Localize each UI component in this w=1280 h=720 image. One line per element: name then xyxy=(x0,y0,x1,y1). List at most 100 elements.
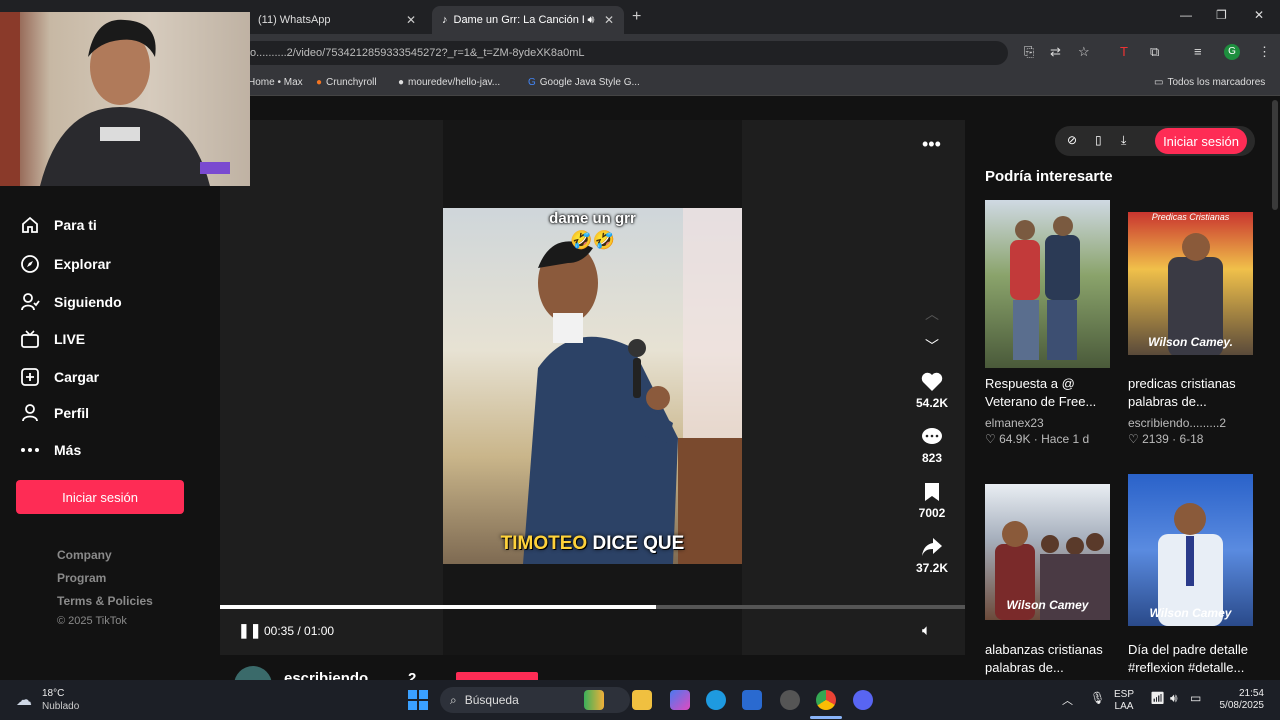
nav-item-para-ti[interactable]: Para ti xyxy=(20,215,97,235)
suggestion-thumbnail[interactable]: Predicas Cristianas Wilson Camey. xyxy=(1128,212,1253,355)
comment-button[interactable]: 823 xyxy=(908,427,956,465)
share-button[interactable]: 37.2K xyxy=(908,537,956,575)
nav-item-perfil[interactable]: Perfil xyxy=(20,403,89,423)
device-icon[interactable]: ▯ xyxy=(1095,133,1102,147)
folder-icon: ▭ xyxy=(1154,77,1164,88)
clock-time: 21:54 xyxy=(1238,688,1264,699)
new-tab-icon[interactable]: + xyxy=(632,8,641,26)
profile-avatar[interactable]: G xyxy=(1224,44,1240,60)
upload-icon xyxy=(21,368,39,386)
follow-button[interactable] xyxy=(456,672,538,680)
comment-icon xyxy=(922,428,942,444)
card-title[interactable]: alabanzas cristianas palabras de... xyxy=(985,641,1113,677)
previous-video-icon[interactable]: ︿ xyxy=(925,304,939,324)
login-button-sidebar[interactable]: Iniciar sesión xyxy=(16,480,184,514)
thumbnail-people xyxy=(1010,216,1080,360)
audio-icon[interactable]: 🔊︎ xyxy=(588,14,595,27)
bookmark-crunchyroll[interactable]: ● Crunchyroll xyxy=(316,77,377,88)
card-title[interactable]: Respuesta a @ Veterano de Free... xyxy=(985,375,1113,411)
extensions-puzzle-icon[interactable]: ⧉ xyxy=(1150,44,1159,60)
volume-icon[interactable]: 🔈︎ xyxy=(922,622,931,639)
nav-item-live[interactable]: LIVE xyxy=(20,329,85,349)
wifi-icon[interactable]: 📶︎ xyxy=(1150,691,1165,705)
nav-item-explorar[interactable]: Explorar xyxy=(20,254,111,274)
suggestion-thumbnail[interactable]: Wilson Camey xyxy=(985,484,1110,620)
store-icon[interactable] xyxy=(742,690,762,710)
kebab-menu-icon[interactable]: ⋮ xyxy=(1258,44,1271,60)
page-scrollbar[interactable] xyxy=(1272,100,1278,210)
tray-expand-icon[interactable]: ︿ xyxy=(1062,692,1073,708)
nav-label: Explorar xyxy=(54,256,111,272)
extension-icon[interactable]: T xyxy=(1120,44,1128,59)
download-icon[interactable]: ⤓ xyxy=(1121,133,1126,148)
language-indicator[interactable]: ESP LAA xyxy=(1114,689,1134,713)
copilot-icon[interactable] xyxy=(670,690,690,710)
media-icon[interactable]: ≡ xyxy=(1194,44,1202,59)
cloud-icon: ☁ xyxy=(16,692,32,709)
comment-count: 823 xyxy=(921,451,943,465)
card-meta: ♡ 64.9K · Hace 1 d xyxy=(985,432,1090,446)
subtitle-highlight: TIMOTEO xyxy=(500,533,588,554)
suggestion-thumbnail[interactable] xyxy=(985,200,1110,368)
widget-icon[interactable] xyxy=(584,690,604,710)
next-video-icon[interactable]: ﹀ xyxy=(925,336,939,356)
discord-icon[interactable] xyxy=(853,690,873,710)
like-button[interactable]: 54.2K xyxy=(908,372,956,410)
url-bar[interactable]: o..........2/video/7534212859333545272?_… xyxy=(240,41,1008,65)
card-user[interactable]: elmanex23 xyxy=(985,416,1044,430)
thumbnail-text: Predicas Cristianas xyxy=(1151,212,1230,222)
nav-item-mas[interactable]: Más xyxy=(20,440,81,460)
nav-item-cargar[interactable]: Cargar xyxy=(20,367,99,387)
suggestion-thumbnail[interactable]: Wilson Camey xyxy=(1128,474,1253,626)
bookmark-label: Todos los marcadores xyxy=(1167,77,1266,88)
video-progress-bar[interactable] xyxy=(220,605,965,609)
bookmark-github[interactable]: ● mouredev/hello-jav... xyxy=(398,77,500,88)
translate-icon[interactable]: ⇄ xyxy=(1050,44,1061,60)
like-count: 54.2K xyxy=(915,396,949,410)
nav-label: Cargar xyxy=(54,369,100,385)
card-title[interactable]: Día del padre detalle #reflexion #detall… xyxy=(1128,641,1256,677)
edge-icon[interactable] xyxy=(706,690,726,710)
tab-whatsapp[interactable]: (11) WhatsApp ✕ xyxy=(232,6,426,34)
windows-start-icon[interactable] xyxy=(408,690,428,710)
save-button[interactable]: 7002 xyxy=(908,482,956,520)
tab-title: (11) WhatsApp xyxy=(258,14,331,26)
footer-link-company[interactable]: Company xyxy=(57,548,112,562)
coins-icon[interactable]: ⊘ xyxy=(1067,133,1077,147)
close-tab-icon[interactable]: ✕ xyxy=(406,13,416,27)
all-bookmarks[interactable]: ▭ Todos los marcadores xyxy=(1154,77,1265,88)
install-icon[interactable]: ⎘ xyxy=(1024,44,1034,60)
maximize-icon[interactable]: ❐ xyxy=(1216,8,1227,22)
microphone-icon[interactable]: 🎙︎ xyxy=(1090,691,1105,705)
weather-temp[interactable]: 18°C xyxy=(42,688,64,699)
tab-tiktok[interactable]: ♪ Dame un Grr: La Canción D 🔊︎ ✕ xyxy=(432,6,624,34)
footer-link-program[interactable]: Program xyxy=(57,571,106,585)
bookmark-google[interactable]: G Google Java Style G... xyxy=(528,77,640,88)
close-tab-icon[interactable]: ✕ xyxy=(604,13,614,27)
battery-icon[interactable]: ▭ xyxy=(1190,691,1201,705)
card-user[interactable]: escribiendo.........2 xyxy=(1128,416,1226,430)
more-options-icon[interactable]: ••• xyxy=(922,134,941,155)
thumbnail-watermark: Wilson Camey. xyxy=(1148,335,1233,349)
search-placeholder: Búsqueda xyxy=(464,693,519,707)
card-title[interactable]: predicas cristianas palabras de... xyxy=(1128,375,1256,411)
pause-icon[interactable]: ❚❚ xyxy=(238,622,261,639)
share-count: 37.2K xyxy=(915,561,949,575)
footer-link-terms[interactable]: Terms & Policies xyxy=(57,594,153,608)
nav-item-siguiendo[interactable]: Siguiendo xyxy=(20,292,122,312)
speaker-icon[interactable]: 🔊︎ xyxy=(1170,691,1178,706)
bookmark-label: mouredev/hello-jav... xyxy=(408,77,501,88)
app-icon[interactable] xyxy=(780,690,800,710)
layout-code: LAA xyxy=(1114,701,1134,712)
active-app-indicator xyxy=(810,716,842,719)
bookmark-home[interactable]: Home • Max xyxy=(248,77,303,88)
video-player[interactable]: dame un grr 🤣🤣 TIMOTEO DICE QUE xyxy=(443,208,742,564)
clock[interactable]: 21:54 5/08/2025 xyxy=(1212,688,1265,712)
chrome-icon[interactable] xyxy=(816,690,836,710)
video-caption-top: dame un grr xyxy=(549,210,636,227)
login-button-header[interactable]: Iniciar sesión xyxy=(1155,128,1247,154)
file-explorer-icon[interactable] xyxy=(632,690,652,710)
star-icon[interactable]: ☆ xyxy=(1078,44,1090,60)
minimize-icon[interactable]: — xyxy=(1180,8,1192,22)
close-window-icon[interactable]: ✕ xyxy=(1254,8,1264,22)
